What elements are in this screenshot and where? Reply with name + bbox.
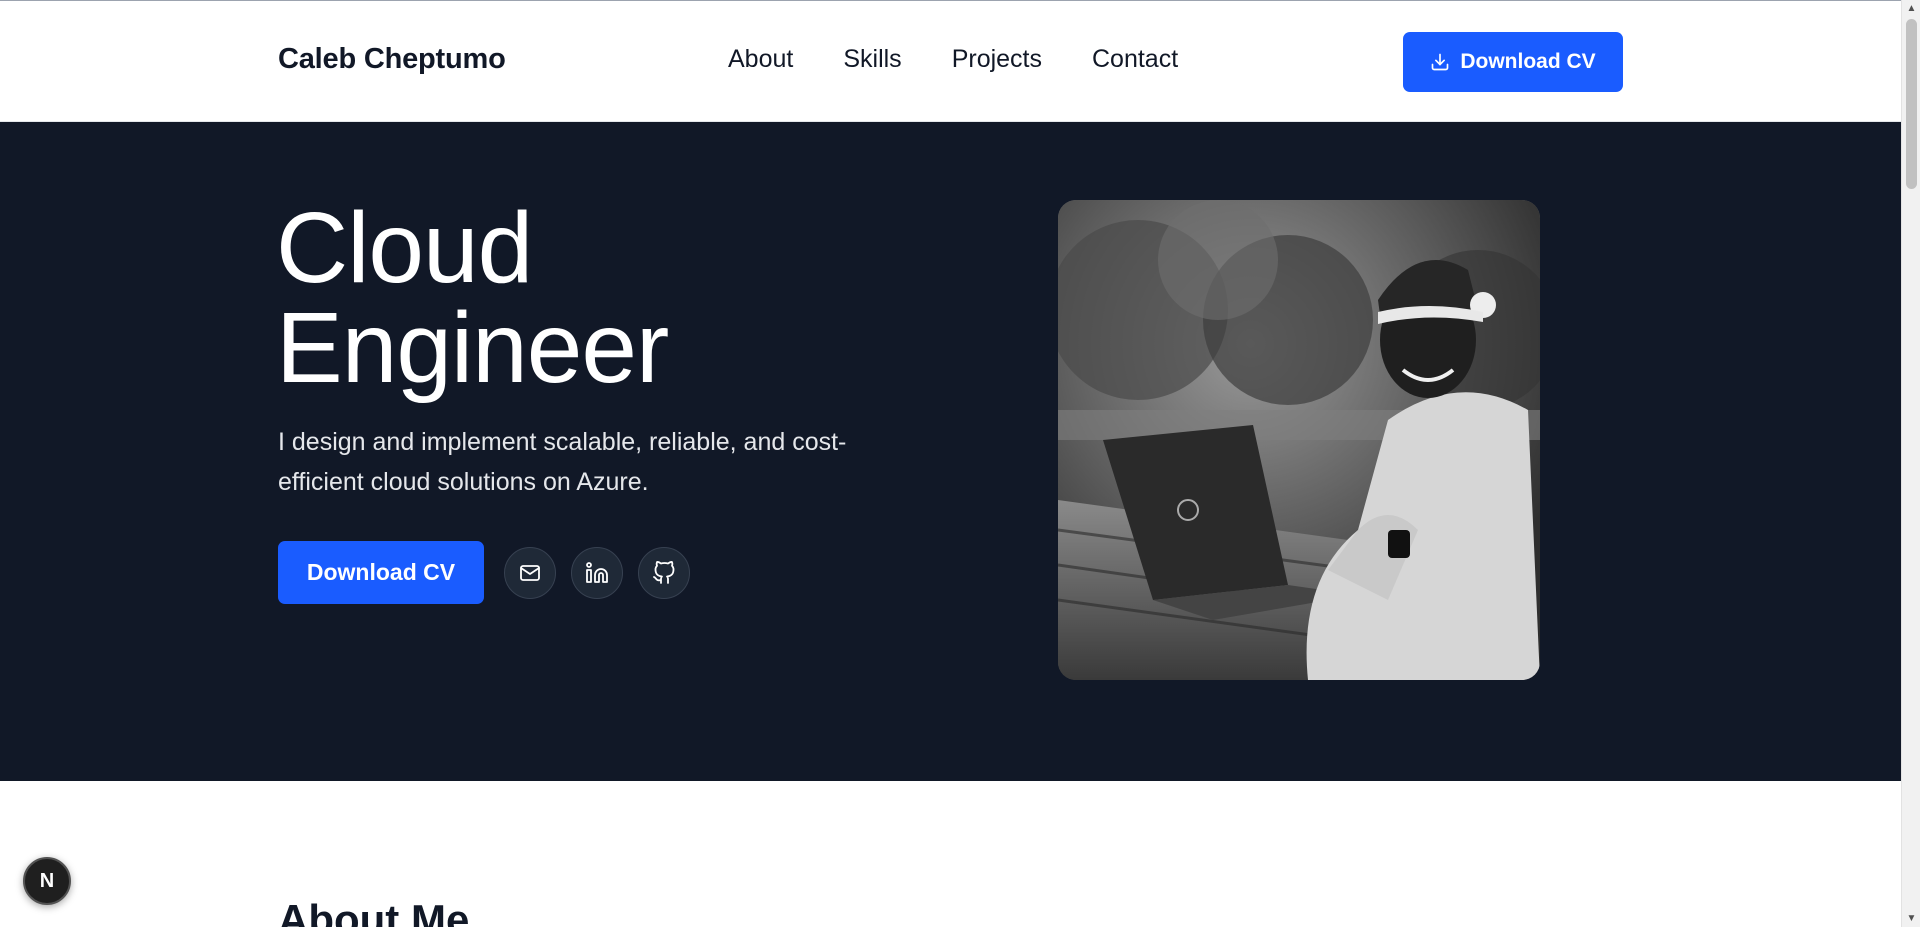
- about-heading: About Me: [278, 896, 470, 927]
- hero-title-line1: Cloud: [276, 192, 533, 304]
- mail-icon: [520, 564, 540, 581]
- hero-title: Cloud Engineer: [276, 192, 669, 404]
- hero-subtitle: I design and implement scalable, reliabl…: [278, 428, 847, 496]
- site-header: Caleb Cheptumo About Skills Projects Con…: [0, 0, 1901, 122]
- nextjs-dev-badge[interactable]: N: [23, 857, 71, 905]
- header-download-cv-button[interactable]: Download CV: [1403, 32, 1623, 92]
- email-link[interactable]: [504, 546, 556, 599]
- header-download-cv-label: Download CV: [1460, 50, 1596, 73]
- scroll-thumb[interactable]: [1906, 19, 1917, 189]
- download-icon: [1431, 53, 1449, 71]
- github-link[interactable]: [638, 546, 690, 599]
- hero-section: Cloud Engineer I design and implement sc…: [0, 122, 1901, 781]
- github-icon: [653, 560, 675, 584]
- brand-name[interactable]: Caleb Cheptumo: [278, 43, 506, 76]
- main-nav: About Skills Projects Contact: [728, 45, 1178, 74]
- linkedin-link[interactable]: [571, 546, 623, 599]
- linkedin-icon: [586, 561, 608, 583]
- hero-download-cv-button[interactable]: Download CV: [278, 541, 484, 604]
- page-scrollbar[interactable]: ▲ ▼: [1901, 0, 1920, 927]
- profile-photo: [1058, 200, 1540, 680]
- nav-link-projects[interactable]: Projects: [952, 45, 1042, 74]
- scroll-up-arrow-icon[interactable]: ▲: [1902, 0, 1920, 17]
- scroll-down-arrow-icon[interactable]: ▼: [1902, 910, 1920, 927]
- nav-link-contact[interactable]: Contact: [1092, 45, 1178, 74]
- hero-title-line2: Engineer: [276, 292, 669, 404]
- nav-link-about[interactable]: About: [728, 45, 793, 74]
- nav-link-skills[interactable]: Skills: [843, 45, 901, 74]
- hero-actions: Download CV: [278, 541, 705, 604]
- page-viewport: Caleb Cheptumo About Skills Projects Con…: [0, 0, 1901, 927]
